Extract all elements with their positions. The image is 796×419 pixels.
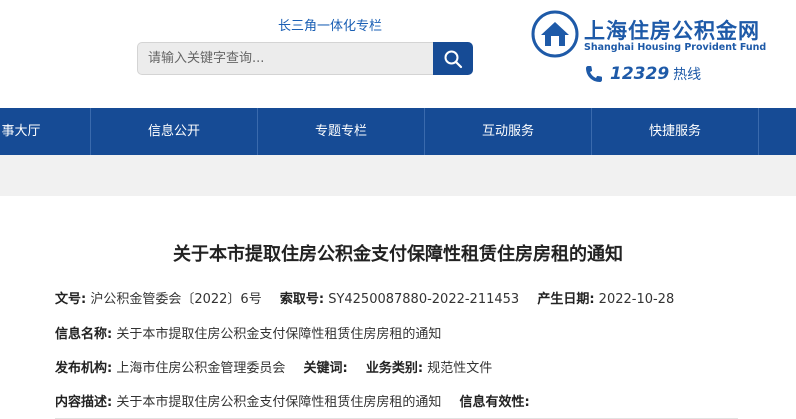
nav-item-info-disclosure[interactable]: 信息公开 xyxy=(91,108,257,155)
index-label: 索取号: xyxy=(279,292,325,307)
info-name-value: 关于本市提取住房公积金支付保障性租赁住房房租的通知 xyxy=(116,327,442,342)
article-title: 关于本市提取住房公积金支付保障性租赁住房房租的通知 xyxy=(173,244,623,265)
meta-row-info-name: 信息名称: 关于本市提取住房公积金支付保障性租赁住房房租的通知 xyxy=(55,323,441,342)
site-logo[interactable]: 上海住房公积金网 Shanghai Housing Provident Fund xyxy=(531,10,766,60)
logo-chinese-name: 上海住房公积金网 xyxy=(584,19,760,43)
validity-label: 信息有效性: xyxy=(459,395,530,410)
yrd-integration-link[interactable]: 长三角一体化专栏 xyxy=(278,15,382,34)
house-logo-icon xyxy=(531,10,579,58)
keywords-label: 关键词: xyxy=(303,361,348,376)
search-icon xyxy=(444,50,463,68)
publisher-value: 上海市住房公积金管理委员会 xyxy=(116,361,286,376)
meta-row-publisher: 发布机构: 上海市住房公积金管理委员会 关键词: 业务类别: 规范性文件 xyxy=(55,357,492,376)
logo-english-name: Shanghai Housing Provident Fund xyxy=(584,42,767,53)
search-input[interactable] xyxy=(137,42,433,75)
info-name-label: 信息名称: xyxy=(55,327,113,342)
nav-item-special-topics[interactable]: 专题专栏 xyxy=(258,108,424,155)
date-value: 2022-10-28 xyxy=(598,292,675,307)
publisher-label: 发布机构: xyxy=(55,361,113,376)
phone-icon xyxy=(586,66,602,82)
site-header: 长三角一体化专栏 上海住房公积金网 Shanghai Housing Provi… xyxy=(0,0,796,108)
search-bar xyxy=(137,42,473,75)
article-content: 关于本市提取住房公积金支付保障性租赁住房房租的通知 文号: 沪公积金管委会〔20… xyxy=(0,196,796,419)
nav-divider xyxy=(758,108,759,155)
hotline: 12329 热线 xyxy=(584,62,701,86)
meta-row-docno: 文号: 沪公积金管委会〔2022〕6号 索取号: SY4250087880-20… xyxy=(55,288,674,307)
main-nav: 事大厅 信息公开 专题专栏 互动服务 快捷服务 xyxy=(0,108,796,155)
description-value: 关于本市提取住房公积金支付保障性租赁住房房租的通知 xyxy=(116,395,442,410)
hotline-number: 12329 xyxy=(610,64,670,84)
nav-item-interactive-service[interactable]: 互动服务 xyxy=(425,108,591,155)
search-button[interactable] xyxy=(433,42,473,75)
breadcrumb-band xyxy=(0,155,796,196)
doc-no-label: 文号: xyxy=(55,292,87,307)
date-label: 产生日期: xyxy=(537,292,595,307)
category-label: 业务类别: xyxy=(365,361,424,376)
nav-item-service-hall[interactable]: 事大厅 xyxy=(0,108,46,155)
index-value: SY4250087880-2022-211453 xyxy=(328,292,520,307)
description-label: 内容描述: xyxy=(55,395,113,410)
category-value: 规范性文件 xyxy=(427,361,493,376)
meta-row-description: 内容描述: 关于本市提取住房公积金支付保障性租赁住房房租的通知 信息有效性: xyxy=(55,391,530,410)
hotline-label: 热线 xyxy=(673,67,702,83)
nav-item-quick-service[interactable]: 快捷服务 xyxy=(592,108,758,155)
doc-no-value: 沪公积金管委会〔2022〕6号 xyxy=(90,292,262,307)
